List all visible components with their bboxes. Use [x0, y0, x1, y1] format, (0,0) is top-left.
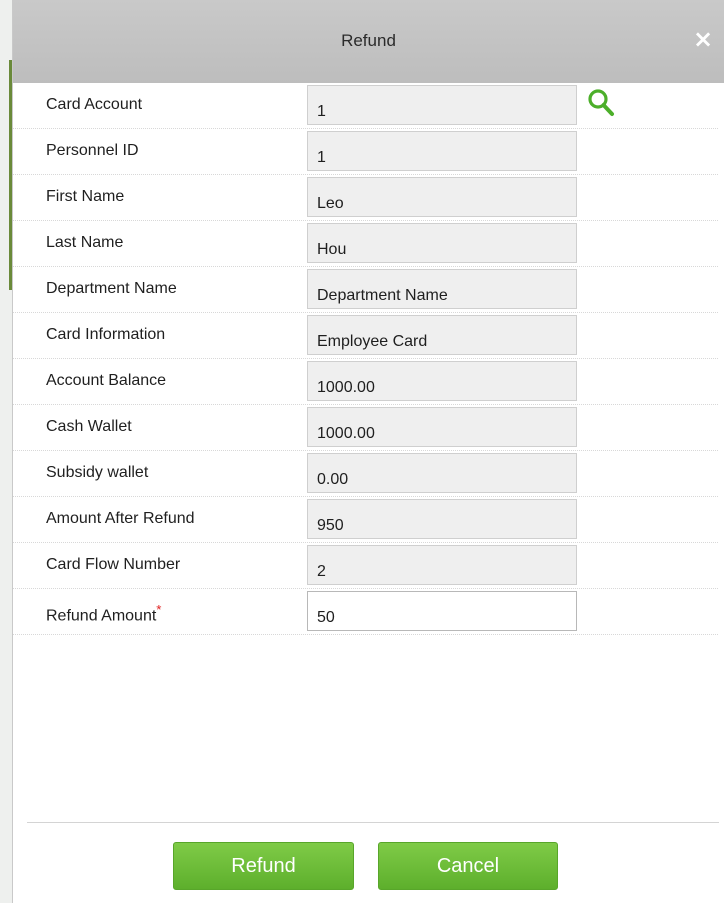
- close-icon[interactable]: ×: [692, 26, 714, 52]
- dialog-titlebar[interactable]: Refund ×: [13, 0, 724, 83]
- cancel-button[interactable]: Cancel: [378, 842, 558, 890]
- footer-divider: [27, 822, 719, 823]
- form-row-personnel-id: Personnel ID: [13, 129, 718, 175]
- background-window-edge: [0, 0, 12, 903]
- form-row-card-information: Card Information: [13, 313, 718, 359]
- first-name-field[interactable]: [307, 177, 577, 217]
- account-balance-label: Account Balance: [46, 372, 167, 389]
- card-flow-number-field[interactable]: [307, 545, 577, 585]
- form-row-refund-amount: Refund Amount*: [13, 589, 718, 635]
- first-name-label: First Name: [46, 188, 125, 205]
- form-row-amount-after-refund: Amount After Refund: [13, 497, 718, 543]
- department-name-label: Department Name: [46, 280, 177, 297]
- form-row-card-flow-number: Card Flow Number: [13, 543, 718, 589]
- personnel-id-label: Personnel ID: [46, 142, 139, 159]
- form-row-last-name: Last Name: [13, 221, 718, 267]
- refund-form: Card Account Personnel ID First Name Las…: [13, 83, 718, 635]
- form-row-subsidy-wallet: Subsidy wallet: [13, 451, 718, 497]
- form-row-first-name: First Name: [13, 175, 718, 221]
- form-row-cash-wallet: Cash Wallet: [13, 405, 718, 451]
- subsidy-wallet-label: Subsidy wallet: [46, 464, 149, 481]
- search-icon[interactable]: [587, 87, 615, 117]
- dialog-title: Refund: [341, 31, 396, 50]
- personnel-id-field[interactable]: [307, 131, 577, 171]
- card-information-field[interactable]: [307, 315, 577, 355]
- cash-wallet-field[interactable]: [307, 407, 577, 447]
- last-name-field[interactable]: [307, 223, 577, 263]
- last-name-label: Last Name: [46, 234, 124, 251]
- card-account-field[interactable]: [307, 85, 577, 125]
- card-account-label: Card Account: [46, 96, 143, 113]
- account-balance-field[interactable]: [307, 361, 577, 401]
- refund-button[interactable]: Refund: [173, 842, 354, 890]
- card-information-label: Card Information: [46, 326, 166, 343]
- amount-after-refund-label: Amount After Refund: [46, 510, 195, 527]
- refund-amount-label: Refund Amount*: [46, 602, 161, 625]
- refund-amount-input[interactable]: [307, 591, 577, 631]
- refund-dialog: Refund × Card Account Personnel ID First…: [12, 0, 724, 903]
- subsidy-wallet-field[interactable]: [307, 453, 577, 493]
- refund-amount-label-text: Refund Amount: [46, 607, 157, 625]
- required-asterisk: *: [156, 602, 162, 617]
- form-row-card-account: Card Account: [13, 83, 718, 129]
- department-name-field[interactable]: [307, 269, 577, 309]
- amount-after-refund-field[interactable]: [307, 499, 577, 539]
- form-row-department-name: Department Name: [13, 267, 718, 313]
- form-row-account-balance: Account Balance: [13, 359, 718, 405]
- card-flow-number-label: Card Flow Number: [46, 556, 181, 573]
- cash-wallet-label: Cash Wallet: [46, 418, 132, 435]
